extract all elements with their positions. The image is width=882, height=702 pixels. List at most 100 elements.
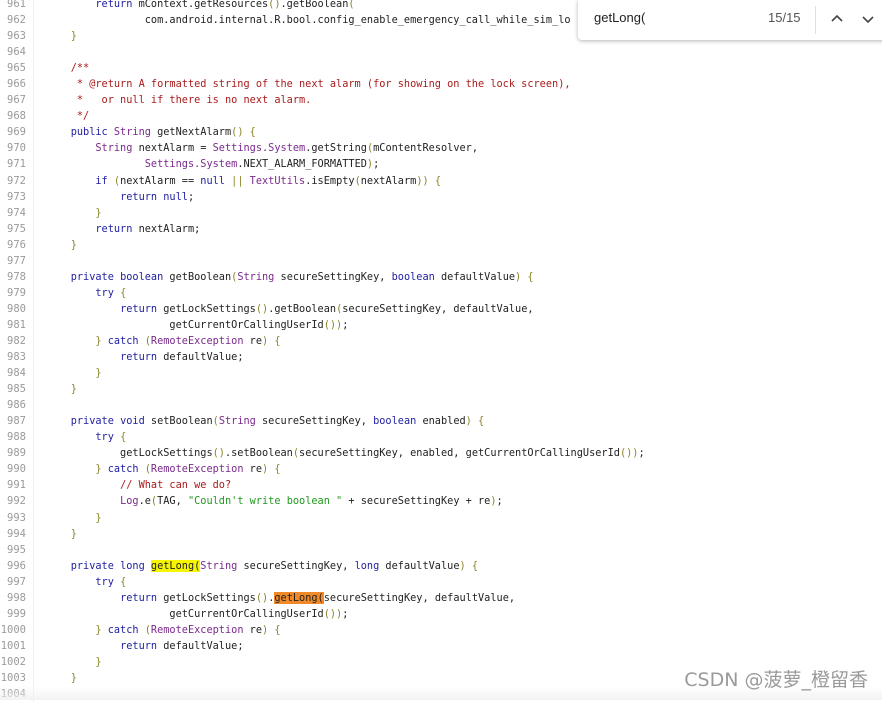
code-token: RemoteException (150, 463, 244, 476)
code-token: )) (416, 174, 429, 187)
line-source: } (34, 654, 101, 670)
chevron-up-icon[interactable] (826, 8, 848, 30)
line-source: } (34, 381, 77, 397)
line-source: return defaultValue; (34, 349, 243, 365)
line-number: 966 (0, 76, 34, 93)
code-line: 994 } (0, 525, 882, 542)
code-token: return (95, 0, 133, 10)
line-source: try { (34, 574, 126, 590)
code-token: getBoolean (163, 270, 232, 283)
code-token: /** (70, 62, 90, 75)
code-token: nextAlarm == (120, 174, 201, 187)
code-token: setBoolean (144, 415, 213, 428)
code-line: 967 * or null if there is no next alarm. (0, 92, 882, 109)
line-source: return getLockSettings().getBoolean(secu… (34, 301, 534, 317)
code-token: try (95, 575, 114, 588)
code-token: () (255, 302, 269, 315)
line-number: 965 (0, 60, 34, 77)
code-token: { (478, 415, 485, 428)
code-token: } (70, 383, 77, 396)
line-source: getCurrentOrCallingUserId()); (34, 606, 348, 622)
line-source: getCurrentOrCallingUserId()); (34, 317, 348, 333)
code-line: 969 public String getNextAlarm() { (0, 124, 882, 141)
line-number: 978 (0, 268, 34, 285)
code-token: * or null if there is no next alarm. (76, 94, 312, 107)
code-line: 996 private long getLong(String secureSe… (0, 557, 882, 574)
line-source: getLockSettings().setBoolean(secureSetti… (34, 445, 645, 461)
code-token: try (95, 286, 114, 299)
code-token: catch (107, 334, 139, 347)
code-token: () (212, 447, 225, 460)
code-line: 985 } (0, 381, 882, 398)
line-source: try { (34, 429, 126, 445)
code-line: 983 return defaultValue; (0, 349, 882, 366)
code-line: 970 String nextAlarm = Settings.System.g… (0, 140, 882, 157)
line-number: 997 (0, 573, 34, 590)
code-token: } (95, 206, 102, 219)
code-line: 981 getCurrentOrCallingUserId()); (0, 316, 882, 333)
line-source: String nextAlarm = Settings.System.getSt… (34, 140, 478, 156)
code-token: ()) (619, 447, 639, 460)
line-number: 998 (0, 589, 34, 606)
code-token: String (95, 142, 133, 155)
code-line: 995 (0, 541, 882, 558)
line-number: 986 (0, 397, 34, 414)
line-source: private void setBoolean(String secureSet… (34, 413, 485, 429)
code-token: ; (496, 495, 503, 508)
code-token: void (120, 415, 145, 428)
find-input[interactable]: getLong( (594, 10, 645, 25)
code-token: .getBoolean (268, 302, 337, 315)
line-source: return null; (34, 189, 194, 205)
code-token: } (70, 30, 77, 43)
search-match: getLong( (150, 559, 201, 572)
line-number: 990 (0, 461, 34, 478)
line-source (34, 44, 46, 60)
code-token: RemoteException (150, 623, 244, 636)
line-number: 969 (0, 124, 34, 141)
line-source: } (34, 670, 77, 686)
line-number: 1001 (0, 637, 34, 654)
code-line: 982 } catch (RemoteException re) { (0, 332, 882, 350)
line-source: Settings.System.NEXT_ALARM_FORMATTED); (34, 156, 380, 172)
code-token: String (218, 415, 256, 428)
code-token: { (120, 575, 127, 588)
code-token: return (120, 591, 158, 604)
line-source (34, 253, 46, 269)
code-token: secureSettingKey, enabled, getCurrentOrC… (299, 447, 620, 460)
code-token: * @return A formatted string of the next… (76, 78, 571, 91)
code-token: getNextAlarm (150, 126, 232, 139)
code-line: 979 try { (0, 284, 882, 301)
code-token: enabled (416, 415, 466, 428)
code-token: boolean (391, 270, 435, 283)
code-token: private (70, 415, 114, 428)
code-token: { (527, 270, 534, 283)
line-source: } (34, 510, 101, 526)
code-token: .getString (305, 142, 367, 155)
code-token: getLockSettings (157, 302, 256, 315)
line-number: 963 (0, 28, 34, 45)
code-token: ; (342, 607, 349, 620)
code-line: 987 private void setBoolean(String secur… (0, 413, 882, 430)
code-token: re (243, 623, 263, 636)
line-number: 962 (0, 12, 34, 29)
code-token: { (120, 431, 127, 444)
code-line: 984 } (0, 365, 882, 382)
code-token: () (231, 126, 244, 139)
code-token: // What can we do? (120, 479, 232, 492)
code-token: return (120, 302, 158, 315)
code-token: mContentResolver, (373, 142, 479, 155)
chevron-down-icon[interactable] (857, 8, 879, 30)
code-token: defaultValue (434, 270, 516, 283)
code-token: public (70, 126, 108, 139)
